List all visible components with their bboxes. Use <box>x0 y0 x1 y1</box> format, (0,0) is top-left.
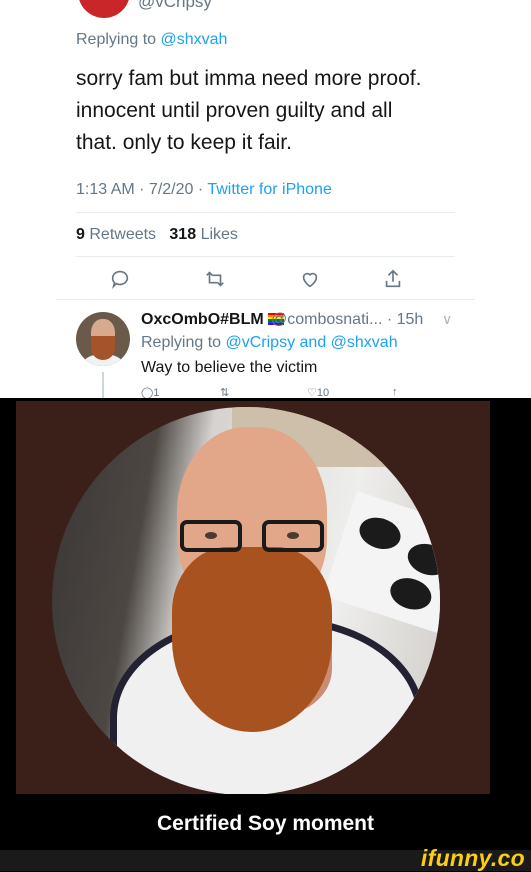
replying-to-link[interactable]: @shxvah <box>161 31 228 48</box>
likes-count[interactable]: 318 <box>169 226 196 243</box>
replying-prefix: Replying to <box>76 31 161 48</box>
share-icon[interactable] <box>382 268 404 290</box>
reply-body: Way to believe the victim <box>141 359 318 376</box>
thread-line <box>102 372 104 398</box>
reply-avatar[interactable] <box>76 312 130 366</box>
reply-replying-to-link[interactable]: @vCripsy and @shxvah <box>226 334 398 351</box>
heart-icon[interactable] <box>299 268 321 290</box>
ifunny-watermark: ifunny.co <box>420 845 525 871</box>
tweet-screenshot: @vCripsy Replying to @shxvah sorry fam b… <box>0 0 531 398</box>
reply-retweet-icon[interactable]: ⇅ <box>220 386 229 398</box>
replying-to-line: Replying to @shxvah <box>76 31 227 49</box>
reply-icon[interactable] <box>109 268 131 290</box>
reply-author-name[interactable]: OxcOmbO#BLM <box>141 311 285 329</box>
likes-label[interactable]: Likes <box>201 226 238 243</box>
profile-photo <box>52 407 440 794</box>
tweet-body: sorry fam but imma need more proof. inno… <box>76 63 476 159</box>
tweet-stats: 9 Retweets 318 Likes <box>76 226 238 244</box>
divider <box>56 299 475 300</box>
divider <box>76 256 455 257</box>
reply-reply-count[interactable]: ◯1 <box>141 386 159 398</box>
retweets-count[interactable]: 9 <box>76 226 85 243</box>
tweet-line: that. only to keep it fair. <box>76 131 292 154</box>
author-handle[interactable]: @vCripsy <box>138 0 212 12</box>
tweet-timestamp: 1:13 AM · 7/2/20 · Twitter for iPhone <box>76 181 332 199</box>
reply-replying-to-line: Replying to @vCripsy and @shxvah <box>141 334 398 352</box>
meme-caption: Certified Soy moment <box>156 812 375 835</box>
retweet-icon[interactable] <box>204 268 226 290</box>
tweet-source-link[interactable]: Twitter for iPhone <box>207 181 332 198</box>
retweets-label[interactable]: Retweets <box>89 226 156 243</box>
reply-share-icon[interactable]: ↑ <box>392 386 398 398</box>
reply-replying-prefix: Replying to <box>141 334 226 351</box>
chevron-down-icon[interactable]: ∨ <box>442 311 452 328</box>
tweet-line: innocent until proven guilty and all <box>76 99 393 122</box>
profile-photo-panel <box>16 401 490 794</box>
reply-like-count[interactable]: ♡10 <box>307 386 329 398</box>
divider <box>76 212 455 213</box>
author-avatar[interactable] <box>78 0 130 18</box>
tweet-time: 1:13 AM · 7/2/20 · <box>76 181 208 198</box>
reply-handle-time[interactable]: @combosnati... · 15h <box>271 311 423 329</box>
tweet-line: sorry fam but imma need more proof. <box>76 67 422 90</box>
